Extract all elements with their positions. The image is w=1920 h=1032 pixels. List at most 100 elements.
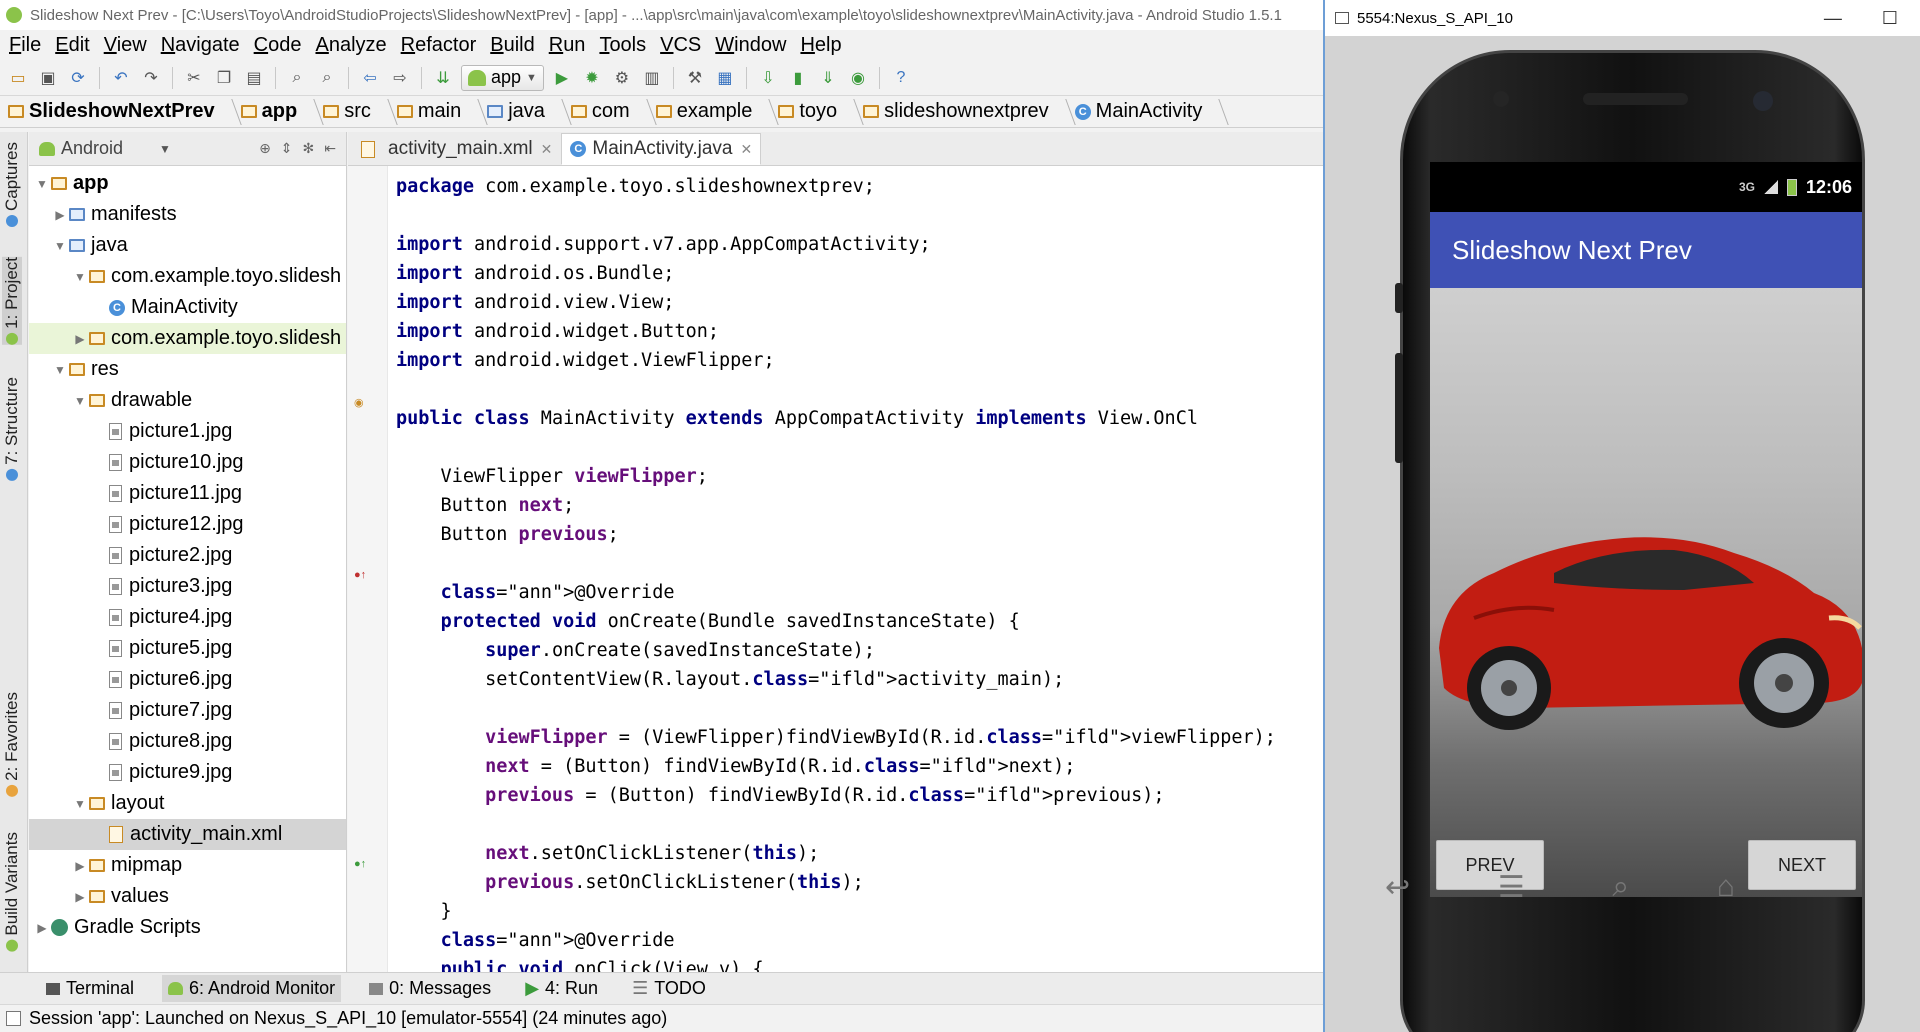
code-line[interactable]: class="ann">@Override (388, 926, 1323, 955)
code-line[interactable]: protected void onCreate(Bundle savedInst… (388, 607, 1323, 636)
code-line[interactable]: import android.widget.Button; (388, 317, 1323, 346)
code-line[interactable] (388, 549, 1323, 578)
tab-favorites[interactable]: 2: Favorites (2, 692, 22, 797)
home-key-icon[interactable]: ⌂ (1717, 870, 1735, 905)
menu-refactor[interactable]: Refactor (394, 34, 484, 57)
avd-manager-icon[interactable]: ▮ (786, 66, 810, 90)
tree-node-app[interactable]: ▼ app (29, 168, 346, 199)
tree-node-package[interactable]: ▼ com.example.toyo.slidesh (29, 261, 346, 292)
tree-node-picture-file[interactable]: picture5.jpg (29, 633, 346, 664)
code-line[interactable]: package com.example.toyo.slideshownextpr… (388, 172, 1323, 201)
code-line[interactable]: } (388, 897, 1323, 926)
tool-todo[interactable]: ☰ TODO (626, 975, 712, 1002)
menu-file[interactable]: File (2, 34, 48, 57)
breadcrumb-project[interactable]: SlideshowNextPrev (8, 99, 241, 125)
menu-window[interactable]: Window (708, 34, 793, 57)
tree-node-picture-file[interactable]: picture12.jpg (29, 509, 346, 540)
tree-node-mipmap[interactable]: ▶ mipmap (29, 850, 346, 881)
tree-node-values[interactable]: ▶ values (29, 881, 346, 912)
tab-activity-main-xml[interactable]: activity_main.xml ✕ (352, 133, 561, 165)
close-icon[interactable]: ✕ (740, 141, 752, 158)
expanded-arrow-icon[interactable]: ▼ (51, 239, 69, 253)
android-device-monitor-icon[interactable]: ◉ (846, 66, 870, 90)
code-line[interactable] (388, 433, 1323, 462)
back-key-icon[interactable]: ↩ (1385, 870, 1410, 905)
code-line[interactable]: Button previous; (388, 520, 1323, 549)
menu-view[interactable]: View (97, 34, 154, 57)
back-icon[interactable]: ⇦ (358, 66, 382, 90)
tree-node-mainactivity[interactable]: C MainActivity (29, 292, 346, 323)
tree-node-picture-file[interactable]: picture3.jpg (29, 571, 346, 602)
implements-gutter-icon[interactable]: ●↑ (354, 858, 368, 870)
menu-vcs[interactable]: VCS (653, 34, 708, 57)
code-line[interactable]: import android.os.Bundle; (388, 259, 1323, 288)
view-flipper[interactable]: PREV NEXT (1430, 288, 1862, 897)
code-line[interactable] (388, 375, 1323, 404)
tree-node-test-package[interactable]: ▶ com.example.toyo.slidesh (29, 323, 346, 354)
tree-node-manifests[interactable]: ▶ manifests (29, 199, 346, 230)
tree-node-activity-main-xml[interactable]: activity_main.xml (29, 819, 346, 850)
gear-icon[interactable]: ✻ (303, 140, 315, 157)
tree-node-picture-file[interactable]: picture9.jpg (29, 757, 346, 788)
code-line[interactable]: previous = (Button) findViewById(R.id.cl… (388, 781, 1323, 810)
debug-icon[interactable]: ✹ (580, 66, 604, 90)
tree-node-picture-file[interactable]: picture1.jpg (29, 416, 346, 447)
collapsed-arrow-icon[interactable]: ▶ (51, 208, 69, 222)
next-button[interactable]: NEXT (1748, 840, 1856, 890)
coverage-icon[interactable]: ▥ (640, 66, 664, 90)
code-line[interactable]: import android.view.View; (388, 288, 1323, 317)
expanded-arrow-icon[interactable]: ▼ (33, 177, 51, 191)
make-project-icon[interactable]: ⇊ (431, 66, 455, 90)
tool-android-monitor[interactable]: 6: Android Monitor (162, 975, 342, 1002)
tree-node-picture-file[interactable]: picture11.jpg (29, 478, 346, 509)
tab-build-variants[interactable]: Build Variants (2, 832, 22, 952)
menu-build[interactable]: Build (483, 34, 541, 57)
code-line[interactable]: next.setOnClickListener(this); (388, 839, 1323, 868)
breadcrumb-example[interactable]: example (655, 99, 779, 125)
tab-structure[interactable]: 7: Structure (2, 377, 22, 481)
code-line[interactable]: super.onCreate(savedInstanceState); (388, 636, 1323, 665)
run-icon[interactable]: ▶ (550, 66, 574, 90)
code-line[interactable]: ViewFlipper viewFlipper; (388, 462, 1323, 491)
cut-icon[interactable]: ✂ (182, 66, 206, 90)
class-gutter-icon[interactable]: ◉ (354, 396, 368, 409)
minimize-icon[interactable]: — (1824, 8, 1842, 29)
code-line[interactable] (388, 810, 1323, 839)
code-line[interactable]: public void onClick(View v) { (388, 955, 1323, 972)
code-line[interactable]: viewFlipper = (ViewFlipper)findViewById(… (388, 723, 1323, 752)
tree-node-picture-file[interactable]: picture8.jpg (29, 726, 346, 757)
menu-code[interactable]: Code (247, 34, 309, 57)
code-line[interactable]: class="ann">@Override (388, 578, 1323, 607)
tab-mainactivity-java[interactable]: C MainActivity.java ✕ (561, 133, 762, 165)
menu-navigate[interactable]: Navigate (154, 34, 247, 57)
copy-icon[interactable]: ❐ (212, 66, 236, 90)
code-line[interactable]: import android.support.v7.app.AppCompatA… (388, 230, 1323, 259)
find-icon[interactable]: ⌕ (285, 66, 309, 90)
power-button[interactable] (1395, 353, 1403, 463)
code-line[interactable]: public class MainActivity extends AppCom… (388, 404, 1323, 433)
scroll-from-source-icon[interactable]: ⊕ (259, 140, 271, 157)
search-key-icon[interactable]: ⌕ (1612, 870, 1629, 905)
breadcrumb-com[interactable]: com (570, 99, 656, 125)
code-line[interactable]: setContentView(R.layout.class="ifld">act… (388, 665, 1323, 694)
tab-captures[interactable]: Captures (2, 142, 22, 227)
redo-icon[interactable]: ↷ (139, 66, 163, 90)
tool-run[interactable]: ▶ 4: Run (519, 975, 604, 1002)
sync-icon[interactable]: ⟳ (66, 66, 90, 90)
collapsed-arrow-icon[interactable]: ▶ (71, 890, 89, 904)
breadcrumb-src[interactable]: src (323, 99, 397, 125)
menu-run[interactable]: Run (542, 34, 593, 57)
breadcrumb-class[interactable]: C MainActivity (1074, 99, 1229, 125)
project-structure-icon[interactable]: ▦ (713, 66, 737, 90)
expanded-arrow-icon[interactable]: ▼ (71, 270, 89, 284)
toggle-tool-windows-icon[interactable] (6, 1011, 21, 1026)
breadcrumb-java[interactable]: java (487, 99, 571, 125)
code-line[interactable]: import android.widget.ViewFlipper; (388, 346, 1323, 375)
override-gutter-icon[interactable]: ●↑ (354, 569, 368, 581)
help-icon[interactable]: ? (889, 66, 913, 90)
expanded-arrow-icon[interactable]: ▼ (71, 797, 89, 811)
tree-node-drawable[interactable]: ▼ drawable (29, 385, 346, 416)
collapsed-arrow-icon[interactable]: ▶ (71, 859, 89, 873)
run-configuration-select[interactable]: app ▼ (461, 64, 544, 91)
open-folder-icon[interactable]: ▭ (6, 66, 30, 90)
